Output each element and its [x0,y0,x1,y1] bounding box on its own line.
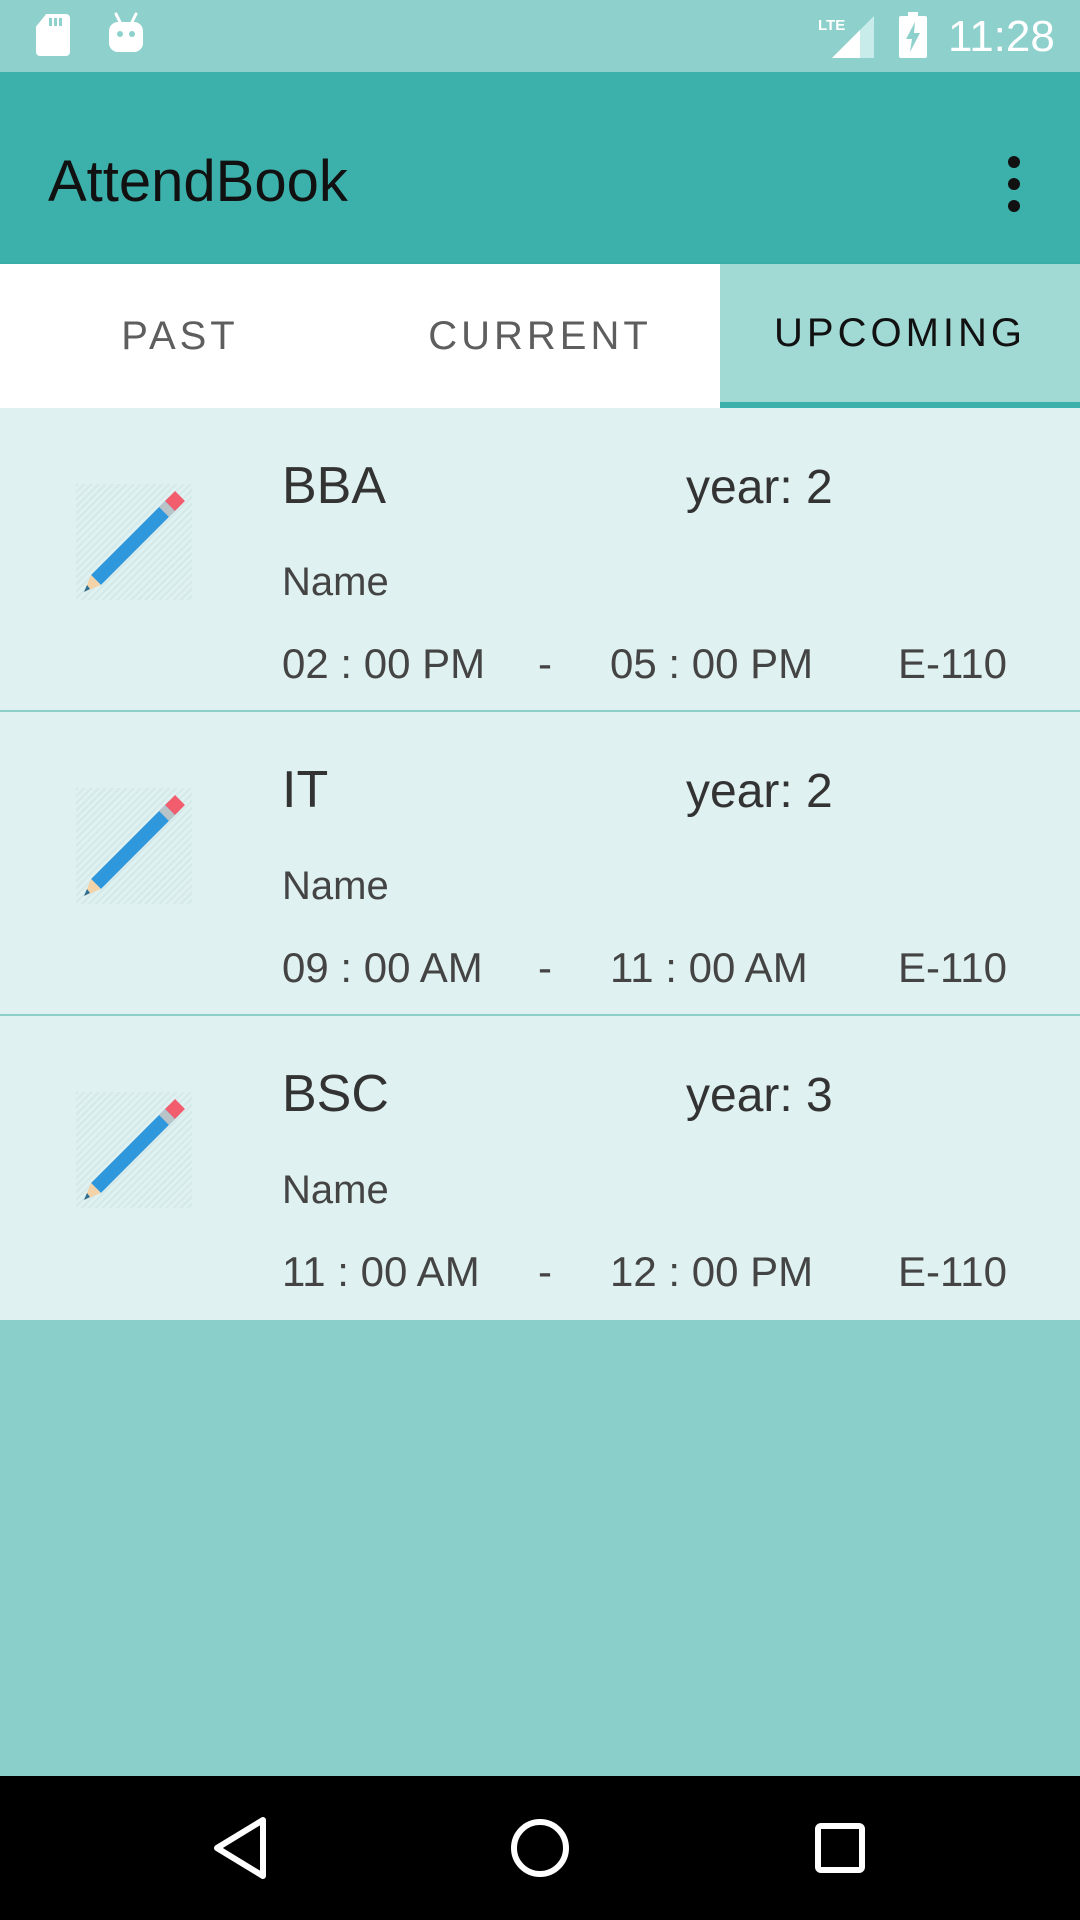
room-label: E-110 [898,944,1007,991]
recents-icon[interactable] [804,1812,876,1884]
list-item[interactable]: BSC year: 3 Name 11 : 00 AM - 12 : 00 PM… [0,1016,1080,1320]
end-time: 05 : 00 PM [610,640,814,687]
time-separator: - [538,640,552,687]
end-time: 12 : 00 PM [610,1248,814,1295]
android-debug-icon [109,12,143,52]
year-label: year: 2 [686,461,833,514]
end-time: 11 : 00 AM [610,944,808,991]
list-item[interactable]: BBA year: 2 Name 02 : 00 PM - 05 : 00 PM… [0,408,1080,712]
time-separator: - [538,944,552,991]
start-time: 02 : 00 PM [282,640,486,687]
more-vert-icon[interactable] [1000,156,1028,236]
session-list: BBA year: 2 Name 02 : 00 PM - 05 : 00 PM… [0,408,1080,1320]
start-time: 09 : 00 AM [282,944,483,991]
list-item[interactable]: IT year: 2 Name 09 : 00 AM - 11 : 00 AM … [0,712,1080,1016]
subject-label: BSC [282,1065,389,1123]
tab-upcoming[interactable]: UPCOMING [720,264,1080,408]
name-label: Name [282,560,389,604]
lte-label: LTE [818,17,845,34]
status-bar: LTE 11:28 [0,0,1080,72]
room-label: E-110 [898,1248,1007,1295]
tab-current[interactable]: CURRENT [360,264,720,408]
name-label: Name [282,1168,389,1212]
time-separator: - [538,1248,552,1295]
name-label: Name [282,864,389,908]
navigation-bar [0,1776,1080,1920]
subject-label: BBA [282,457,387,515]
tab-past[interactable]: PAST [0,264,360,408]
pencil-icon[interactable] [76,788,192,904]
back-icon[interactable] [205,1812,277,1884]
sd-card-icon [36,14,70,56]
tab-bar: PAST CURRENT UPCOMING [0,264,1080,408]
app-bar: AttendBook [0,72,1080,264]
home-icon[interactable] [504,1812,576,1884]
pencil-icon[interactable] [76,1092,192,1208]
room-label: E-110 [898,640,1007,687]
start-time: 11 : 00 AM [282,1248,480,1295]
pencil-icon[interactable] [76,484,192,600]
year-label: year: 3 [686,1069,833,1122]
app-title: AttendBook [48,149,348,214]
year-label: year: 2 [686,765,833,818]
lte-signal-icon: LTE [818,16,874,58]
status-clock: 11:28 [948,12,1055,61]
subject-label: IT [282,761,329,819]
battery-charging-icon [899,12,927,58]
